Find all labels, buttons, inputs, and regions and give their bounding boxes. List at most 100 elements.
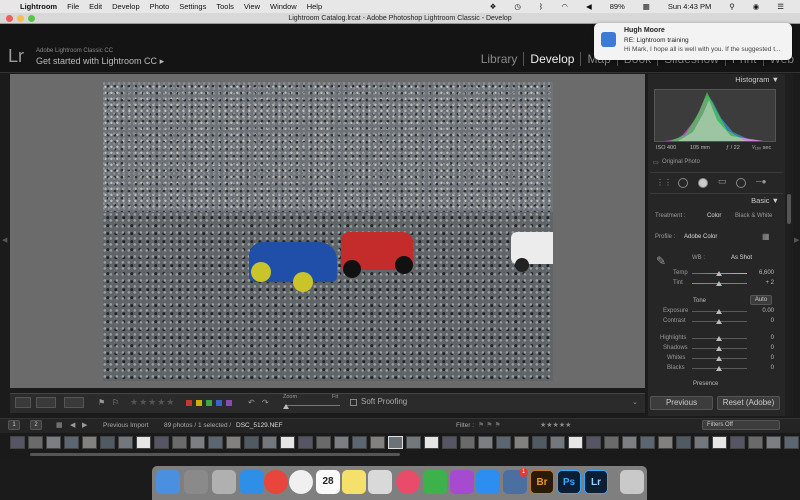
filmstrip-thumbnail[interactable] — [406, 436, 421, 449]
wb-dropdown[interactable]: As Shot — [731, 255, 752, 261]
filmstrip-thumbnail[interactable] — [154, 436, 169, 449]
filmstrip-thumbnail[interactable] — [370, 436, 385, 449]
get-started-link[interactable]: Get started with Lightroom CC ▸ — [36, 56, 164, 67]
before-after-button[interactable] — [36, 397, 56, 408]
filmstrip-thumbnail[interactable] — [100, 436, 115, 449]
system-preferences-icon[interactable] — [184, 470, 208, 494]
radial-filter-icon[interactable] — [736, 178, 746, 188]
filmstrip-thumbnail[interactable] — [82, 436, 97, 449]
color-label-green[interactable] — [206, 400, 212, 406]
color-label-purple[interactable] — [226, 400, 232, 406]
filmstrip-thumbnail[interactable] — [730, 436, 745, 449]
exposure-value[interactable]: 0.00 — [750, 308, 774, 314]
zoom-slider-thumb[interactable] — [283, 404, 289, 409]
filmstrip-thumbnail[interactable] — [136, 436, 151, 449]
filmstrip-thumbnail[interactable] — [334, 436, 349, 449]
wifi-icon[interactable]: ◠ — [561, 2, 568, 11]
contrast-value[interactable]: 0 — [750, 318, 774, 324]
filmstrip-thumbnail[interactable] — [748, 436, 763, 449]
safari-icon[interactable] — [240, 470, 264, 494]
filmstrip-thumbnail[interactable] — [676, 436, 691, 449]
filmstrip-thumbnail[interactable] — [550, 436, 565, 449]
secondary-display-button[interactable]: 2 — [30, 420, 42, 430]
red-eye-tool-icon[interactable] — [698, 178, 708, 188]
loupe-view-button[interactable] — [15, 397, 31, 408]
menu-help[interactable]: Help — [307, 2, 322, 11]
filmstrip-thumbnail[interactable] — [658, 436, 673, 449]
filmstrip-thumbnail[interactable] — [478, 436, 493, 449]
dropbox-icon[interactable]: ❖ — [490, 2, 497, 11]
previous-button[interactable]: Previous — [650, 396, 713, 410]
zoom-slider[interactable] — [285, 405, 340, 406]
highlights-slider-thumb[interactable] — [716, 336, 722, 341]
menu-photo[interactable]: Photo — [150, 2, 170, 11]
notes-icon[interactable] — [342, 470, 366, 494]
rotate-left-icon[interactable]: ↶ — [248, 398, 255, 407]
shadows-slider-thumb[interactable] — [716, 346, 722, 351]
graduated-filter-icon[interactable]: ▭ — [718, 176, 727, 187]
star-rating[interactable]: ★★★★★ — [130, 397, 175, 408]
reset-button[interactable]: Reset (Adobe) — [717, 396, 780, 410]
volume-icon[interactable]: ◀ — [586, 2, 592, 11]
back-arrow-icon[interactable]: ◀ — [70, 421, 75, 429]
temp-value[interactable]: 6,600 — [750, 270, 774, 276]
chrome-icon[interactable] — [264, 470, 288, 494]
rating-filter-stars[interactable]: ★★★★★ — [540, 421, 571, 429]
calendar-icon[interactable]: 28 — [316, 470, 340, 494]
filmstrip-thumbnail[interactable] — [784, 436, 799, 449]
filmstrip-thumbnail[interactable] — [442, 436, 457, 449]
filmstrip-thumbnail[interactable] — [604, 436, 619, 449]
menu-tools[interactable]: Tools — [216, 2, 234, 11]
flag-pick-icon[interactable]: ⚑ — [98, 398, 105, 407]
blacks-value[interactable]: 0 — [750, 365, 774, 371]
filmstrip-thumbnail[interactable] — [10, 436, 25, 449]
spotlight-icon[interactable]: ⚲ — [729, 2, 735, 11]
exposure-slider-thumb[interactable] — [716, 309, 722, 314]
color-label-blue[interactable] — [216, 400, 222, 406]
filmstrip-thumbnail[interactable] — [208, 436, 223, 449]
filmstrip-thumbnail[interactable] — [622, 436, 637, 449]
filmstrip-thumbnail[interactable] — [280, 436, 295, 449]
forward-arrow-icon[interactable]: ▶ — [82, 421, 87, 429]
finder-icon[interactable] — [156, 470, 180, 494]
zoom-window-button[interactable] — [28, 15, 35, 22]
primary-display-button[interactable]: 1 — [8, 420, 20, 430]
itunes-icon[interactable] — [396, 470, 420, 494]
flag-icon[interactable]: ▦ — [643, 2, 650, 11]
filmstrip-thumbnail[interactable] — [298, 436, 313, 449]
rotate-right-icon[interactable]: ↷ — [262, 398, 269, 407]
textedit-icon[interactable] — [368, 470, 392, 494]
flag-reject-icon[interactable]: ⚐ — [112, 398, 119, 407]
right-panel-scrollbar[interactable] — [785, 74, 793, 416]
soft-proofing-checkbox[interactable] — [350, 399, 357, 406]
filmstrip-thumbnail[interactable] — [244, 436, 259, 449]
clock[interactable]: Sun 4:43 PM — [668, 2, 711, 11]
app-store-icon[interactable] — [476, 470, 500, 494]
module-library[interactable]: Library — [475, 52, 524, 66]
filmstrip-thumbnail[interactable] — [640, 436, 655, 449]
podcasts-icon[interactable] — [450, 470, 474, 494]
photos-icon[interactable] — [289, 470, 313, 494]
basic-header[interactable]: Basic ▼ — [648, 195, 785, 207]
siri-icon[interactable]: ◉ — [753, 2, 760, 11]
battery-percent[interactable]: 89% — [610, 2, 625, 11]
tint-slider-thumb[interactable] — [716, 281, 722, 286]
filters-dropdown[interactable]: Filters Off — [702, 420, 780, 430]
profile-browser-icon[interactable]: ▦ — [762, 232, 770, 241]
menu-app-name[interactable]: Lightroom — [20, 2, 57, 11]
color-label-yellow[interactable] — [196, 400, 202, 406]
photoshop-icon[interactable]: Ps — [557, 470, 581, 494]
module-develop[interactable]: Develop — [523, 52, 580, 66]
filmstrip-source[interactable]: Previous Import — [103, 422, 149, 429]
adjustment-brush-icon[interactable]: ─● — [756, 177, 767, 186]
filmstrip-thumbnail[interactable] — [460, 436, 475, 449]
spot-removal-tool-icon[interactable] — [678, 178, 688, 188]
filmstrip-thumbnail[interactable] — [46, 436, 61, 449]
filmstrip-scrollbar[interactable] — [30, 453, 400, 456]
treatment-bw-option[interactable]: Black & White — [735, 213, 772, 219]
filmstrip-thumbnail[interactable] — [64, 436, 79, 449]
shadows-value[interactable]: 0 — [750, 345, 774, 351]
filmstrip-thumbnail[interactable] — [424, 436, 439, 449]
tint-value[interactable]: + 2 — [750, 280, 774, 286]
tone-auto-button[interactable]: Auto — [750, 295, 772, 305]
